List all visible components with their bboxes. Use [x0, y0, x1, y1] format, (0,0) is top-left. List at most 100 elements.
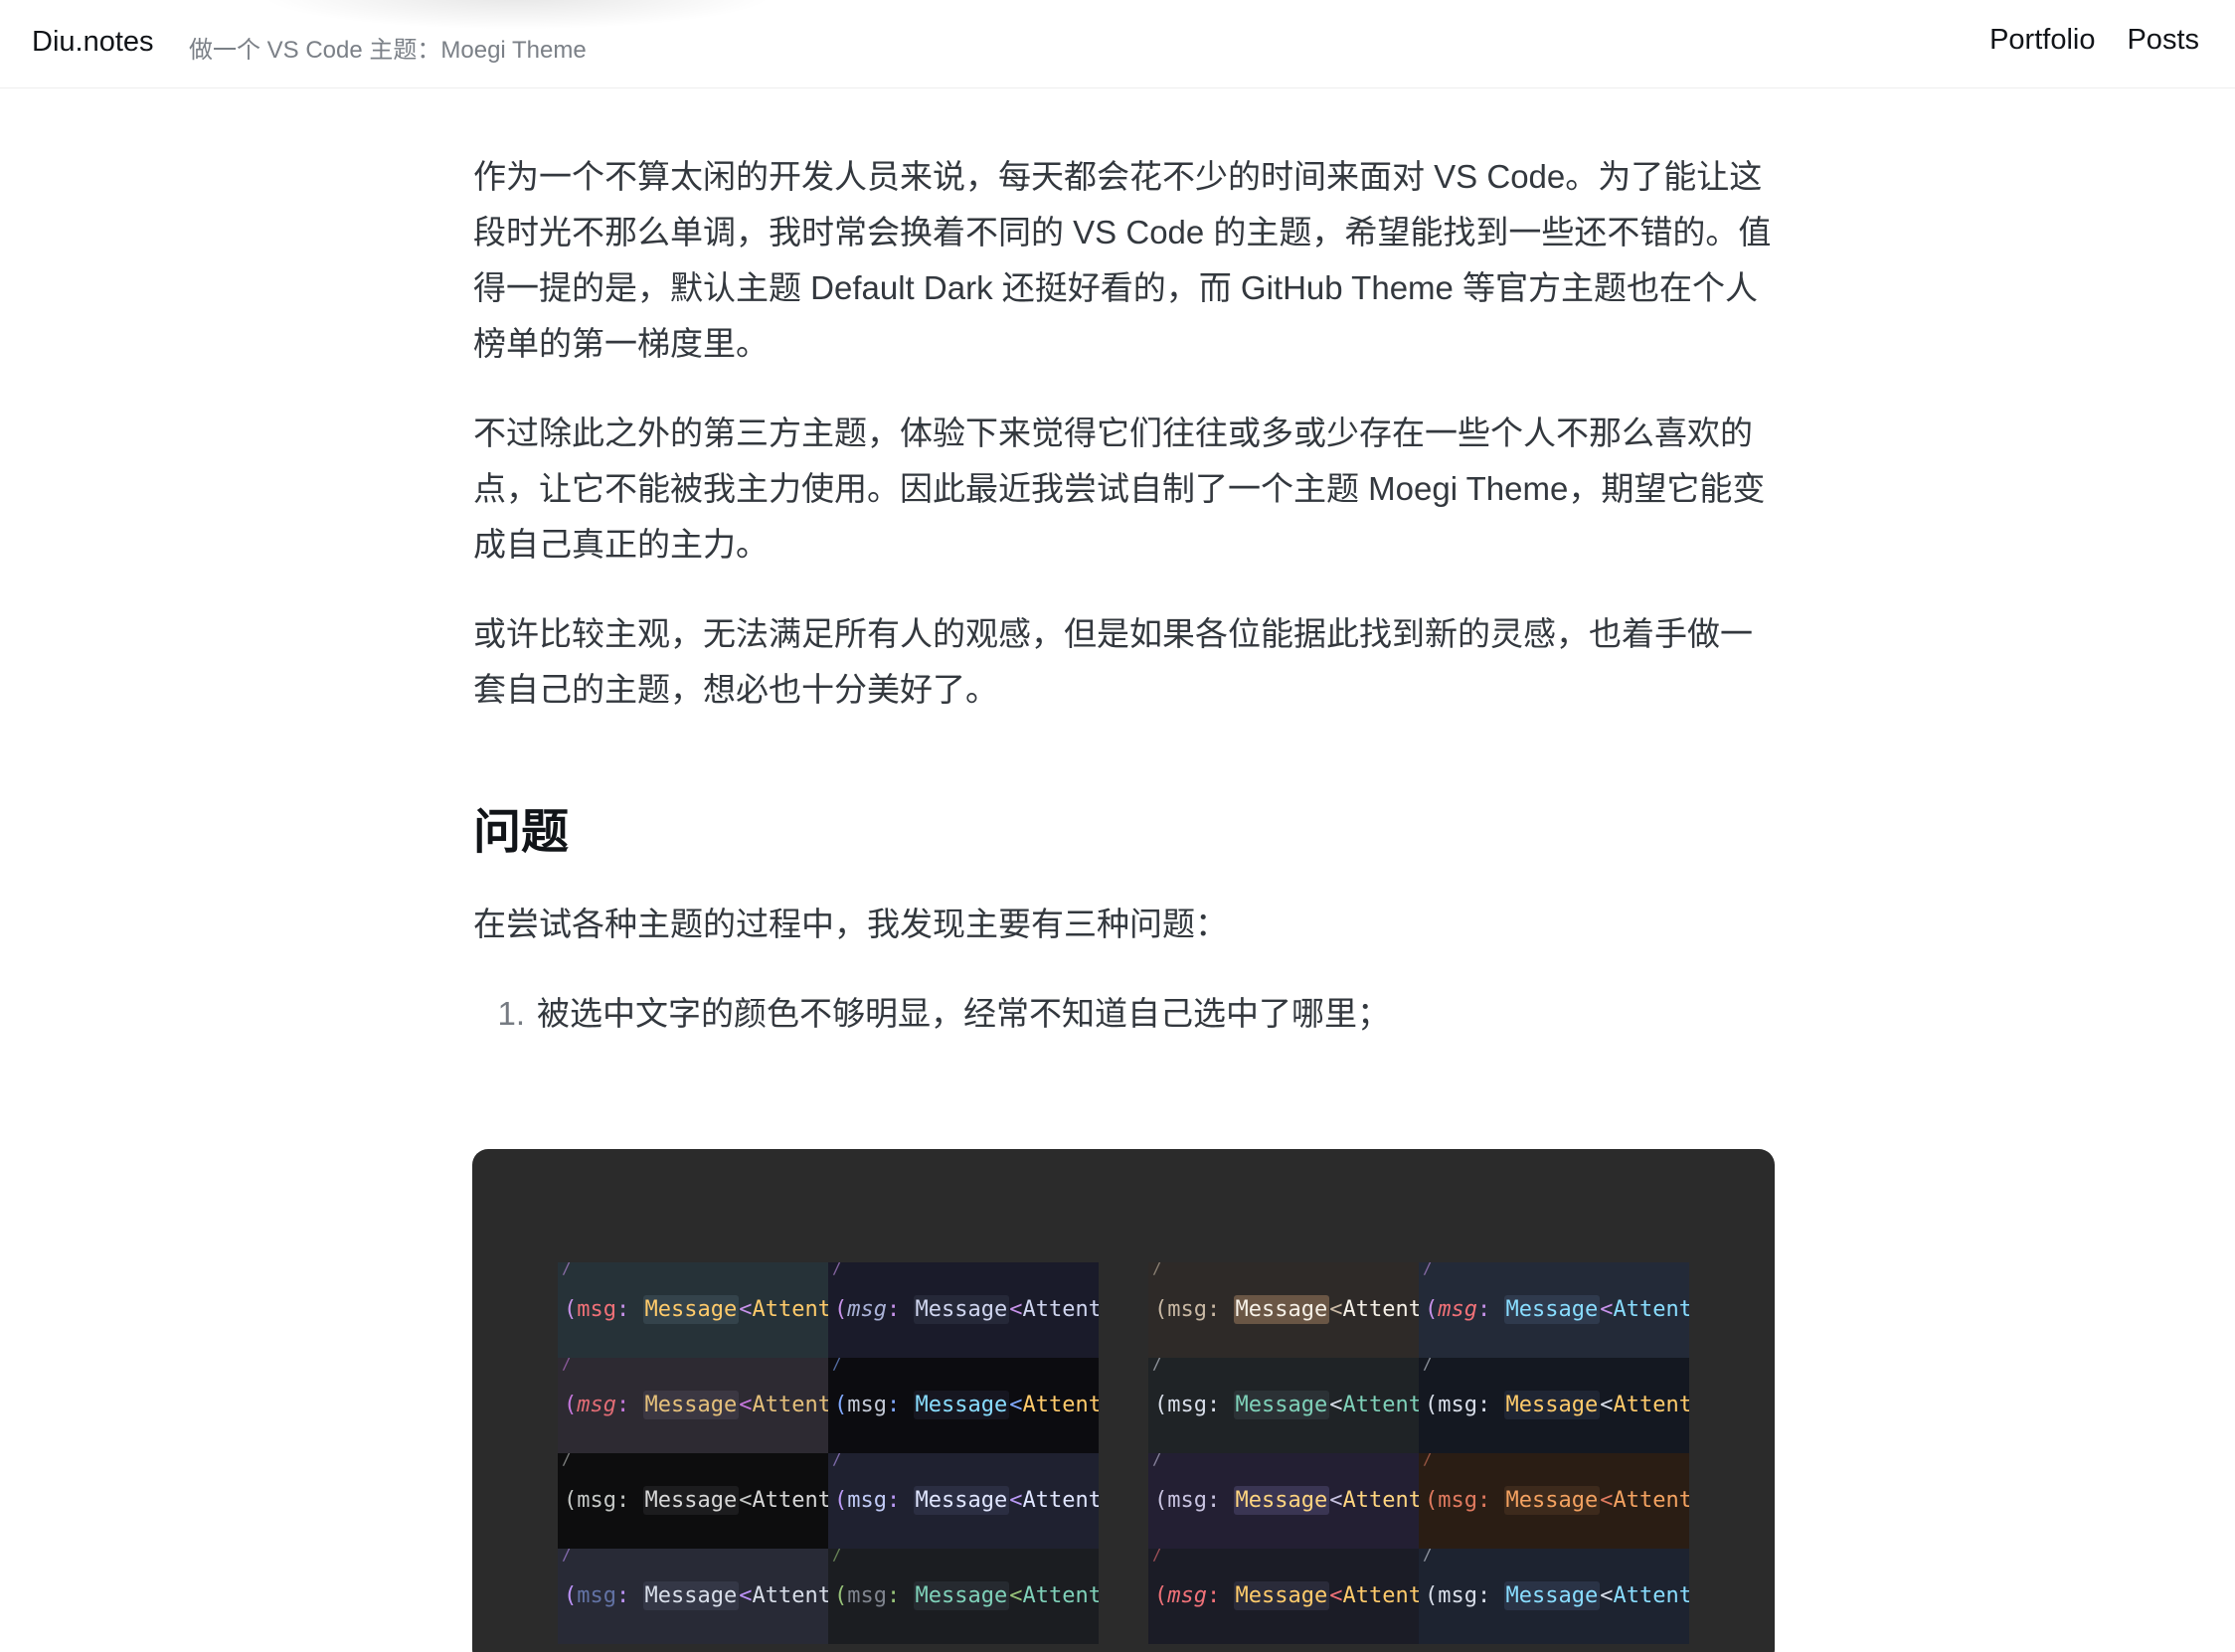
code-token-param: msg	[1438, 1393, 1477, 1417]
code-token-type: Message	[913, 1295, 1010, 1324]
cell-tick-mark: /	[832, 1262, 842, 1277]
theme-preview-cell: / (msg: Message<Attent	[1419, 1262, 1689, 1358]
cell-tick-mark: /	[832, 1358, 842, 1373]
code-token-param: msg	[847, 1393, 887, 1417]
theme-preview-cell: / (msg: Message<Attent	[828, 1262, 1099, 1358]
code-token-lt: <	[739, 1488, 753, 1513]
code-token-generic: Attent	[752, 1488, 828, 1513]
code-token-type: Message	[1233, 1581, 1330, 1610]
cell-tick-mark: /	[1152, 1358, 1162, 1373]
code-token-lt: <	[1009, 1297, 1023, 1322]
nav-portfolio-link[interactable]: Portfolio	[1989, 24, 2095, 57]
code-token-generic: Attent	[1022, 1393, 1099, 1417]
code-token-colon: :	[1207, 1297, 1234, 1322]
theme-preview-cell: / (msg: Message<Attent	[1148, 1453, 1419, 1549]
theme-preview-cell: / (msg: Message<Attent	[558, 1549, 828, 1644]
code-token-lt: <	[1600, 1488, 1614, 1513]
cell-tick-mark: /	[1423, 1549, 1433, 1564]
code-token-lt: <	[1329, 1393, 1343, 1417]
code-token-paren: (	[1425, 1488, 1439, 1513]
code-token-generic: Attent	[1022, 1583, 1099, 1608]
intro-paragraph-1: 作为一个不算太闲的开发人员来说，每天都会花不少的时间来面对 VS Code。为了…	[473, 158, 1772, 362]
cell-tick-mark: /	[562, 1358, 572, 1373]
site-brand-link[interactable]: Diu.notes	[32, 26, 154, 59]
section-intro-paragraph: 在尝试各种主题的过程中，我发现主要有三种问题：	[473, 906, 1228, 942]
cell-tick-mark: /	[832, 1549, 842, 1564]
cell-tick-mark: /	[1152, 1453, 1162, 1468]
code-token-paren: (	[1425, 1297, 1439, 1322]
code-token-generic: Attent	[1022, 1488, 1099, 1513]
code-token-param: msg	[577, 1393, 616, 1417]
cell-tick-mark: /	[1152, 1262, 1162, 1277]
theme-preview-cell: / (msg: Message<Attent	[1148, 1549, 1419, 1644]
site-header: Diu.notes 做一个 VS Code 主题：Moegi Theme Por…	[0, 0, 2235, 88]
code-token-generic: Attent	[1613, 1583, 1689, 1608]
code-token-type: Message	[642, 1391, 740, 1419]
code-token-lt: <	[1329, 1488, 1343, 1513]
theme-preview-cell: / (msg: Message<Attent	[1419, 1549, 1689, 1644]
page-breadcrumb: 做一个 VS Code 主题：Moegi Theme	[189, 37, 587, 64]
theme-grid-left: / (msg: Message<Attent / (msg: Message<Atte…	[558, 1262, 1099, 1644]
code-token-type: Message	[913, 1391, 1010, 1419]
code-token-param: msg	[577, 1488, 616, 1513]
code-token-paren: (	[1425, 1583, 1439, 1608]
code-token-param: msg	[1167, 1297, 1207, 1322]
code-token-paren: (	[834, 1297, 848, 1322]
code-token-lt: <	[1329, 1297, 1343, 1322]
code-token-paren: (	[564, 1297, 578, 1322]
code-token-generic: Attent	[1613, 1488, 1689, 1513]
code-token-param: msg	[1167, 1488, 1207, 1513]
code-token-generic: Attent	[752, 1583, 828, 1608]
cell-tick-mark: /	[832, 1453, 842, 1468]
list-item: 1. 被选中文字的颜色不够明显，经常不知道自己选中了哪里；	[473, 986, 1776, 1042]
code-token-type: Message	[1233, 1391, 1330, 1419]
code-token-lt: <	[1329, 1583, 1343, 1608]
cell-tick-mark: /	[1423, 1453, 1433, 1468]
code-token-param: msg	[577, 1297, 616, 1322]
code-token-colon: :	[616, 1297, 643, 1322]
theme-preview-cell: / (msg: Message<Attent	[1419, 1358, 1689, 1453]
code-token-generic: Attent	[1613, 1393, 1689, 1417]
code-token-colon: :	[1207, 1393, 1234, 1417]
code-token-generic: Attent	[1342, 1297, 1419, 1322]
code-token-colon: :	[1477, 1488, 1504, 1513]
theme-grid-right: / (msg: Message<Attent / (msg: Message<Atte…	[1148, 1262, 1689, 1644]
code-token-paren: (	[564, 1488, 578, 1513]
top-nav: Portfolio Posts	[1989, 24, 2199, 57]
code-token-lt: <	[1009, 1583, 1023, 1608]
code-token-lt: <	[739, 1583, 753, 1608]
theme-preview-cell: / (msg: Message<Attent	[558, 1453, 828, 1549]
code-token-type: Message	[1233, 1295, 1330, 1324]
code-token-paren: (	[834, 1583, 848, 1608]
code-token-colon: :	[1207, 1583, 1234, 1608]
code-token-colon: :	[1477, 1583, 1504, 1608]
code-token-colon: :	[1477, 1297, 1504, 1322]
code-token-param: msg	[1167, 1583, 1207, 1608]
intro-paragraph-3: 或许比较主观，无法满足所有人的观感，但是如果各位能据此找到新的灵感，也着手做一套…	[473, 615, 1753, 708]
code-token-paren: (	[1154, 1583, 1168, 1608]
theme-preview-cell: / (msg: Message<Attent	[828, 1549, 1099, 1644]
code-token-lt: <	[1009, 1393, 1023, 1417]
code-token-colon: :	[616, 1583, 643, 1608]
nav-posts-link[interactable]: Posts	[2127, 24, 2199, 57]
code-token-param: msg	[1438, 1488, 1477, 1513]
code-token-type: Message	[1503, 1486, 1601, 1515]
theme-preview-cell: / (msg: Message<Attent	[828, 1358, 1099, 1453]
code-token-paren: (	[1425, 1393, 1439, 1417]
code-token-generic: Attent	[752, 1393, 828, 1417]
list-item-text: 被选中文字的颜色不够明显，经常不知道自己选中了哪里；	[537, 995, 1390, 1032]
code-token-colon: :	[887, 1488, 914, 1513]
cell-tick-mark: /	[1423, 1262, 1433, 1277]
code-token-lt: <	[1600, 1583, 1614, 1608]
code-token-type: Message	[1503, 1295, 1601, 1324]
code-token-lt: <	[739, 1297, 753, 1322]
cell-tick-mark: /	[1423, 1358, 1433, 1373]
code-token-type: Message	[642, 1581, 740, 1610]
code-token-generic: Attent	[1342, 1583, 1419, 1608]
code-token-type: Message	[642, 1295, 740, 1324]
code-token-lt: <	[1600, 1393, 1614, 1417]
code-token-colon: :	[616, 1393, 643, 1417]
code-token-paren: (	[564, 1583, 578, 1608]
code-token-param: msg	[847, 1583, 887, 1608]
code-token-type: Message	[913, 1581, 1010, 1610]
